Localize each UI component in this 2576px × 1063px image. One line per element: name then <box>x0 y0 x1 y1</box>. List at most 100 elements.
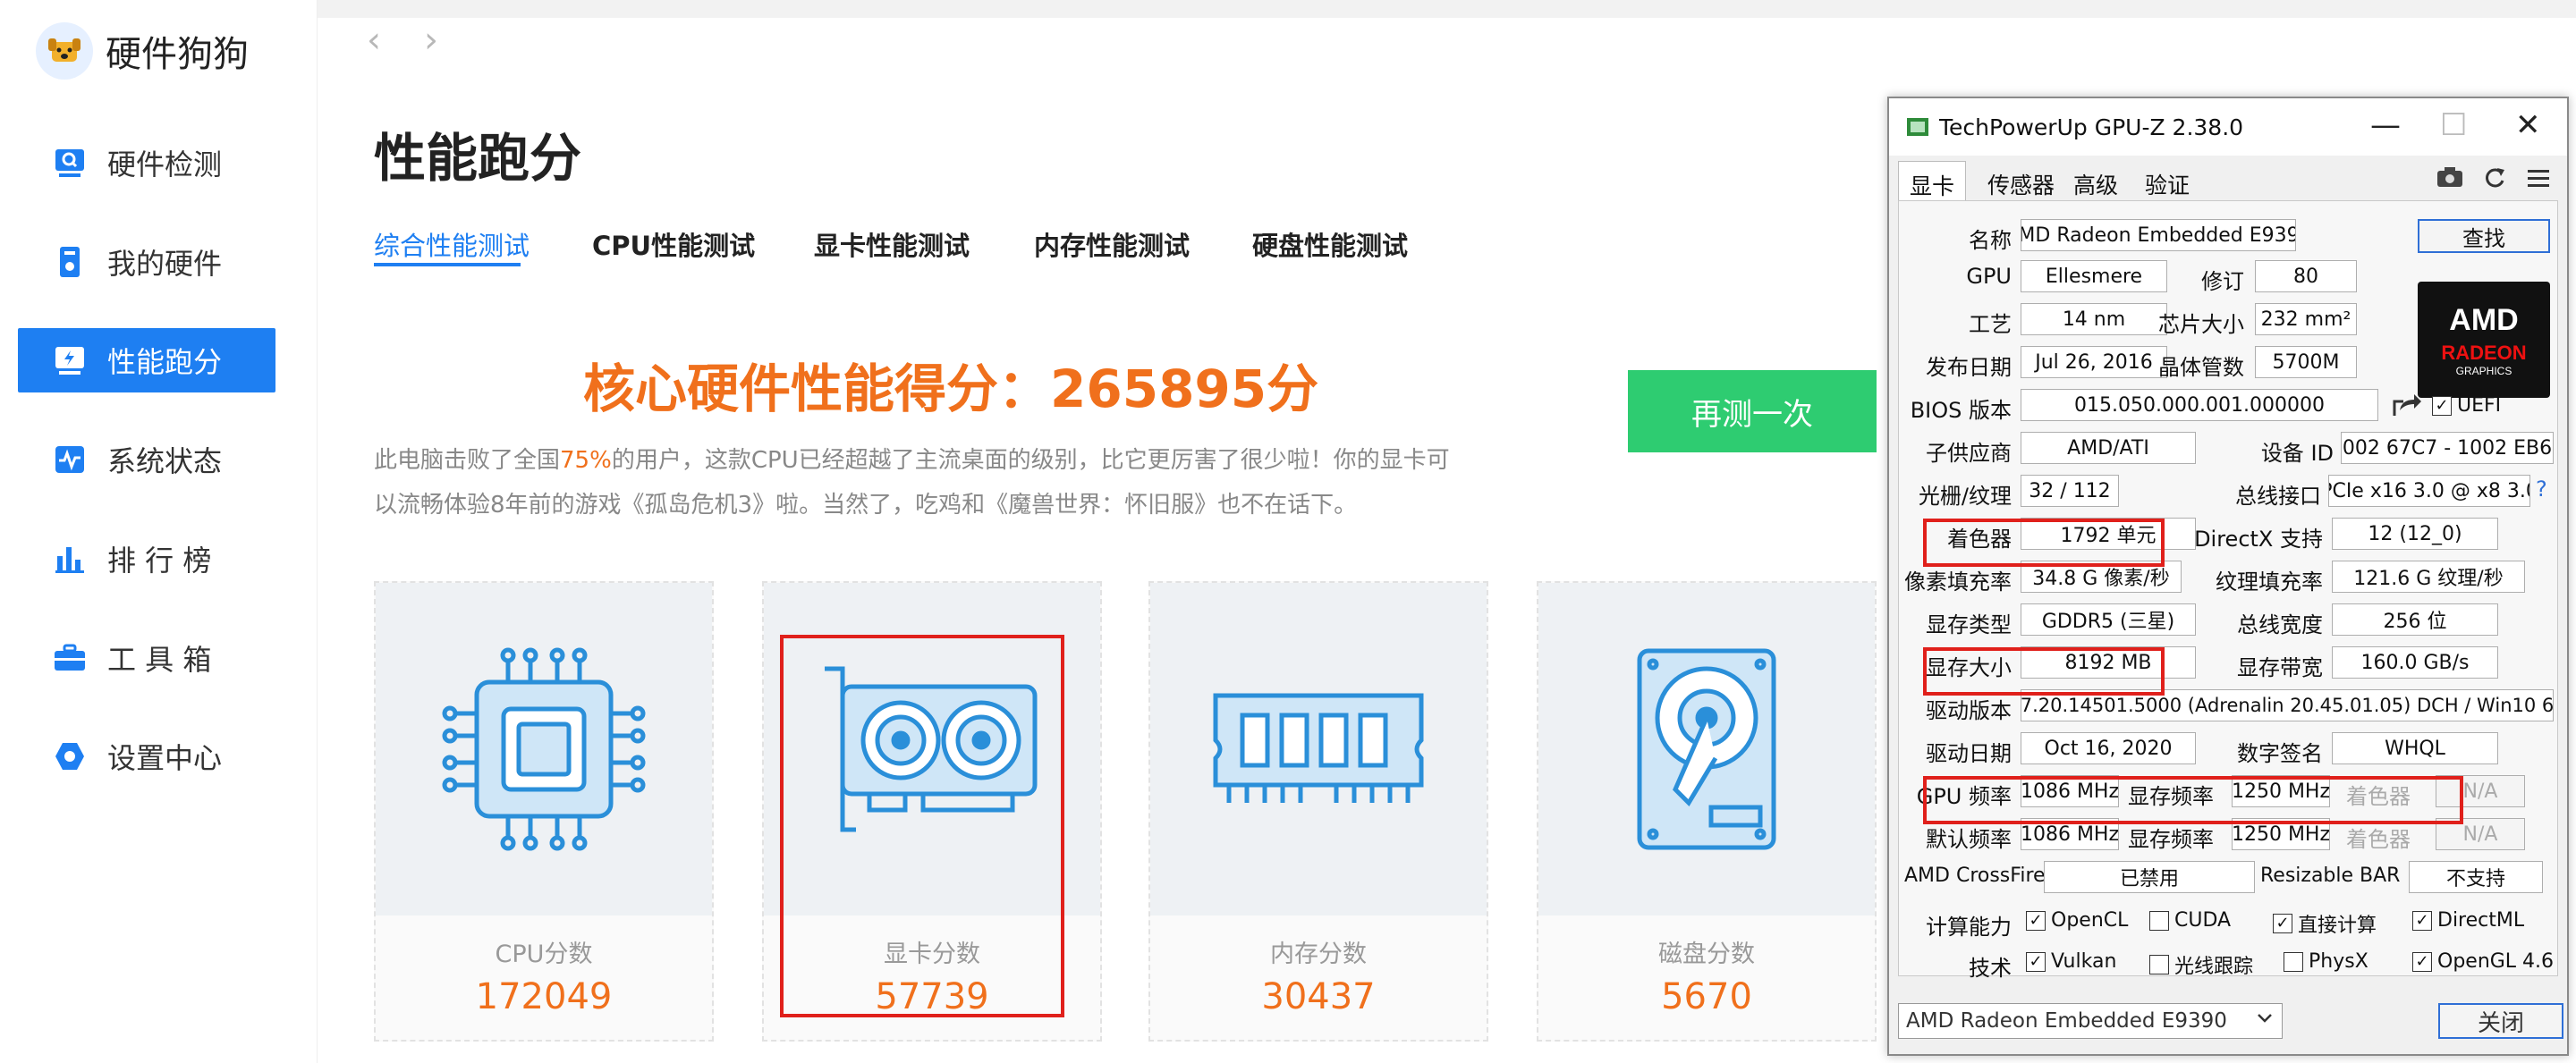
refresh-icon[interactable] <box>2483 166 2506 190</box>
summary-text: 的用户，这款CPU已经超越了主流桌面的级别，比它更厉害了很少啦！你的显卡可 <box>611 447 1450 474</box>
gpuz-tabs: 显卡 传感器 高级 验证 <box>1889 161 2567 200</box>
check-mark-icon: ✓ <box>2026 951 2046 972</box>
help-icon[interactable]: ? <box>2536 477 2547 502</box>
label-process: 工艺 <box>1969 312 2012 337</box>
benchmark-summary: 此电脑击败了全国75%的用户，这款CPU已经超越了主流桌面的级别，比它更厉害了很… <box>374 438 1537 527</box>
field-directx: 12 (12_0) <box>2332 518 2498 550</box>
sidebar-item-label: 性能跑分 <box>107 345 223 379</box>
gpuz-app-icon <box>1907 118 1928 136</box>
menu-icon[interactable] <box>2526 168 2551 188</box>
app-name: 硬件狗狗 <box>106 34 249 75</box>
field-process: 14 nm <box>2021 303 2167 335</box>
field-shaders: 1792 单元 <box>2021 518 2196 550</box>
label-directx: DirectX 支持 <box>2194 527 2323 552</box>
retest-button[interactable]: 再测一次 <box>1628 370 1877 452</box>
sidebar-item-hardware-detect[interactable]: 硬件检测 <box>18 131 275 195</box>
share-icon[interactable] <box>2391 391 2423 419</box>
score-value: 172049 <box>475 976 613 1017</box>
sidebar-item-benchmark[interactable]: 性能跑分 <box>18 328 275 392</box>
tab-overall-test[interactable]: 综合性能测试 <box>374 225 530 263</box>
page-title: 性能跑分 <box>374 128 582 189</box>
opengl-checkbox: ✓ OpenGL 4.6 <box>2412 950 2554 973</box>
tab-validation[interactable]: 验证 <box>2145 168 2190 200</box>
field-shader-clock: N/A <box>2436 775 2525 807</box>
checkbox-label: OpenGL 4.6 <box>2437 950 2555 973</box>
label-default-clock: 默认频率 <box>1926 827 2012 852</box>
sidebar-item-my-hardware[interactable]: 我的硬件 <box>18 230 275 294</box>
label-rops-tmus: 光栅/纹理 <box>1918 484 2012 509</box>
sidebar-item-label: 系统状态 <box>107 444 223 478</box>
tab-gpu-test[interactable]: 显卡性能测试 <box>814 225 970 263</box>
active-tab-indicator <box>374 263 521 266</box>
label-gpu: GPU <box>1966 264 2012 289</box>
logo-text: RADEON <box>2441 341 2527 364</box>
memory-icon <box>1213 693 1424 803</box>
gpuz-close-button[interactable]: 关闭 <box>2438 1003 2563 1039</box>
forward-arrow-icon[interactable]: › <box>424 20 438 61</box>
label-bus-interface: 总线接口 <box>2235 484 2321 509</box>
lookup-button[interactable]: 查找 <box>2418 219 2550 253</box>
field-crossfire: 已禁用 <box>2044 861 2255 893</box>
tab-graphics-card[interactable]: 显卡 <box>1898 161 1967 200</box>
summary-text: 此电脑击败了全国 <box>374 447 561 474</box>
close-icon[interactable]: ✕ <box>2515 107 2541 143</box>
sidebar-item-label: 排 行 榜 <box>107 544 212 578</box>
label-compute: 计算能力 <box>1926 915 2012 940</box>
field-resizable-bar: 不支持 <box>2409 861 2543 893</box>
cuda-checkbox: CUDA <box>2149 909 2231 932</box>
sidebar-item-toolbox[interactable]: 工 具 箱 <box>18 626 275 690</box>
tab-memory-test[interactable]: 内存性能测试 <box>1034 225 1190 263</box>
camera-icon[interactable] <box>2436 166 2463 188</box>
label-texture-fillrate: 纹理填充率 <box>2216 569 2323 595</box>
gpu-select-dropdown[interactable]: AMD Radeon Embedded E9390 <box>1898 1003 2283 1039</box>
field-subvendor: AMD/ATI <box>2021 432 2196 464</box>
sidebar-item-settings[interactable]: 设置中心 <box>18 724 275 789</box>
vulkan-checkbox: ✓ Vulkan <box>2026 950 2116 973</box>
minimize-icon[interactable]: — <box>2370 107 2401 143</box>
checkbox-label: 光线跟踪 <box>2174 956 2254 978</box>
score-value: 57739 <box>875 976 989 1017</box>
tab-advanced[interactable]: 高级 <box>2073 168 2118 200</box>
field-transistors: 5700M <box>2255 346 2357 378</box>
field-default-gpu-clock: 1086 MHz <box>2021 818 2119 850</box>
field-revision: 80 <box>2255 260 2357 292</box>
check-mark-icon: ✓ <box>2412 910 2432 931</box>
label-driver-date: 驱动日期 <box>1926 741 2012 766</box>
label-bandwidth: 显存带宽 <box>2237 655 2323 680</box>
score-label: CPU分数 <box>495 941 593 968</box>
score-card-memory: 内存分数 30437 <box>1148 581 1488 1042</box>
directml-checkbox: ✓ DirectML <box>2412 909 2524 932</box>
raytracing-checkbox: 光线跟踪 <box>2149 950 2253 979</box>
label-default-shader: 着色器 <box>2346 827 2411 852</box>
sidebar-item-label: 设置中心 <box>107 741 223 775</box>
checkbox-label: OpenCL <box>2051 909 2129 932</box>
tab-sensors[interactable]: 传感器 <box>1987 168 2055 200</box>
checkbox-label: UEFI <box>2457 394 2502 417</box>
toolbox-icon <box>52 640 88 676</box>
label-release-date: 发布日期 <box>1926 355 2012 380</box>
field-name: AMD Radeon Embedded E9390 <box>2021 219 2296 251</box>
opencl-checkbox: ✓ OpenCL <box>2026 909 2128 932</box>
sidebar-item-system-status[interactable]: 系统状态 <box>18 427 275 492</box>
chevron-down-icon <box>2258 1014 2272 1023</box>
field-bus-width: 256 位 <box>2332 603 2498 636</box>
cpu-icon <box>442 647 646 851</box>
amd-radeon-logo: AMD RADEON GRAPHICS <box>2418 282 2550 398</box>
check-mark-icon: ✓ <box>2273 914 2292 933</box>
checkbox-label: CUDA <box>2174 909 2232 932</box>
gpuz-panel: 名称 AMD Radeon Embedded E9390 查找 GPU Elle… <box>1898 200 2558 981</box>
brand: 硬件狗狗 <box>36 20 249 82</box>
sidebar-item-label: 硬件检测 <box>107 148 223 181</box>
label-default-memory-clock: 显存频率 <box>2128 827 2214 852</box>
sidebar-item-label: 工 具 箱 <box>107 643 212 677</box>
tab-disk-test[interactable]: 硬盘性能测试 <box>1252 225 1408 263</box>
field-gpu: Ellesmere <box>2021 260 2167 292</box>
pulse-icon <box>52 442 88 477</box>
sidebar-item-ranking[interactable]: 排 行 榜 <box>18 527 275 591</box>
score-value: 5670 <box>1661 976 1752 1017</box>
back-arrow-icon[interactable]: ‹ <box>367 20 381 61</box>
gpuz-window: TechPowerUp GPU-Z 2.38.0 — ☐ ✕ 显卡 传感器 高级… <box>1887 97 2569 1056</box>
logo-text: AMD <box>2449 302 2519 337</box>
tab-cpu-test[interactable]: CPU性能测试 <box>592 225 755 263</box>
field-pixel-fillrate: 34.8 G 像素/秒 <box>2021 561 2182 593</box>
